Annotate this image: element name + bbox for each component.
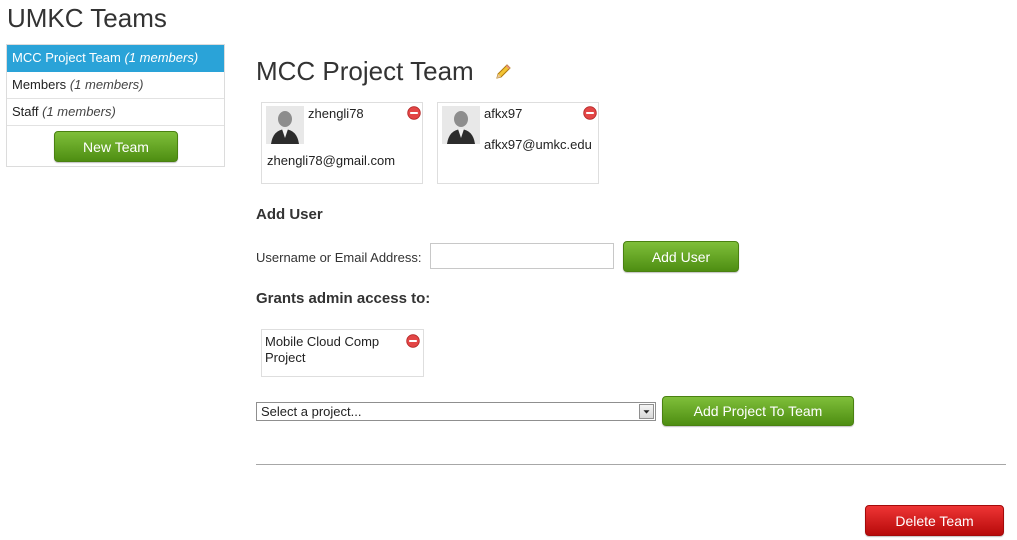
remove-member-icon[interactable] (583, 106, 597, 120)
username-email-input[interactable] (430, 243, 614, 269)
team-sidebar: MCC Project Team (1 members) Members (1 … (6, 44, 225, 167)
project-name: Mobile Cloud Comp Project (265, 334, 380, 365)
team-member-count: (1 members) (42, 104, 116, 119)
remove-project-icon[interactable] (406, 334, 420, 348)
team-name: MCC Project Team (12, 50, 121, 65)
user-avatar-icon (442, 106, 480, 144)
username-field-label: Username or Email Address: (256, 250, 422, 265)
delete-team-button[interactable]: Delete Team (865, 505, 1004, 536)
member-username: zhengli78 (308, 106, 364, 121)
divider (256, 464, 1006, 465)
sidebar-item-staff[interactable]: Staff (1 members) (7, 99, 224, 126)
member-email: zhengli78@gmail.com (267, 153, 396, 168)
member-card: zhengli78 zhengli78@gmail.com (261, 102, 423, 184)
team-title: MCC Project Team (256, 56, 474, 86)
project-select-value: Select a project... (261, 404, 362, 419)
team-member-count: (1 members) (124, 50, 199, 65)
app-title: UMKC Teams (7, 3, 167, 33)
granted-project-card: Mobile Cloud Comp Project (261, 329, 424, 377)
add-user-button[interactable]: Add User (623, 241, 739, 272)
sidebar-item-members[interactable]: Members (1 members) (7, 72, 224, 99)
user-avatar-icon (266, 106, 304, 144)
team-name: Staff (12, 104, 39, 119)
member-card: afkx97 afkx97@umkc.edu (437, 102, 599, 184)
member-email: afkx97@umkc.edu (484, 137, 592, 152)
team-name: Members (12, 77, 67, 92)
pencil-edit-icon[interactable] (494, 63, 512, 81)
grants-heading: Grants admin access to: (256, 290, 431, 307)
project-select[interactable]: Select a project... (256, 402, 656, 421)
add-user-heading: Add User (256, 206, 323, 223)
team-member-count: (1 members) (69, 77, 144, 92)
add-project-to-team-button[interactable]: Add Project To Team (662, 396, 854, 426)
new-team-button[interactable]: New Team (54, 131, 178, 162)
remove-member-icon[interactable] (407, 106, 421, 120)
chevron-down-icon[interactable] (639, 404, 654, 419)
sidebar-item-mcc-project-team[interactable]: MCC Project Team (1 members) (7, 45, 224, 72)
member-username: afkx97 (484, 106, 523, 121)
